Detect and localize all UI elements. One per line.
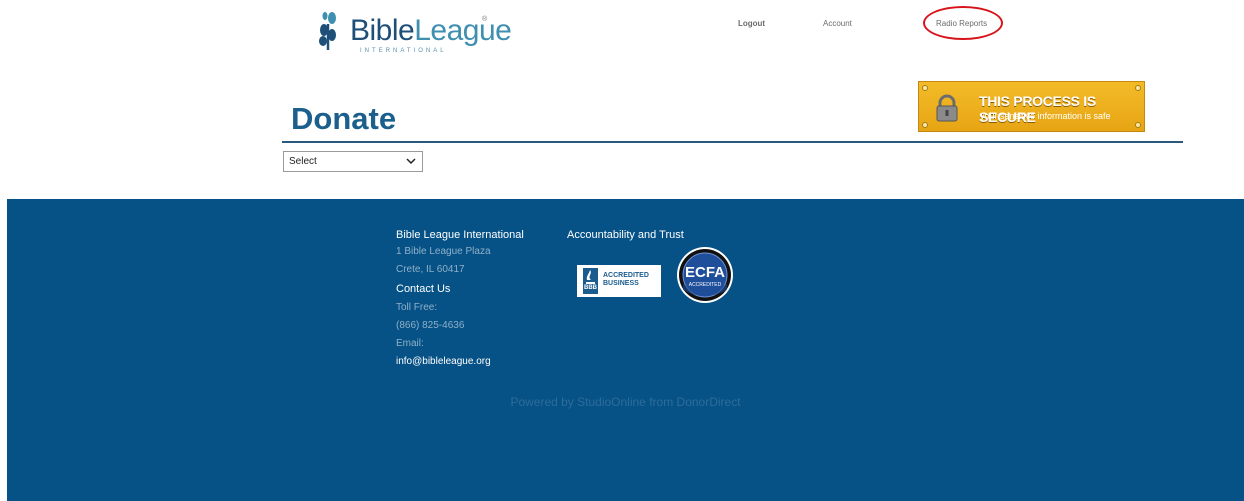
- page-title: Donate: [291, 101, 397, 136]
- badge-rivet: [1135, 85, 1141, 91]
- donation-select[interactable]: Select: [283, 151, 423, 172]
- email-label: Email:: [396, 338, 424, 349]
- toll-free-label: Toll Free:: [396, 302, 438, 313]
- accountability-heading: Accountability and Trust: [567, 229, 684, 241]
- badge-rivet: [922, 85, 928, 91]
- address-line-1: 1 Bible League Plaza: [396, 246, 491, 257]
- logo-subtitle: INTERNATIONAL: [360, 48, 447, 54]
- secure-badge-subtitle: your sensitive information is safe: [980, 111, 1111, 121]
- registered-mark: ®: [482, 16, 488, 23]
- logout-link[interactable]: Logout: [738, 19, 765, 28]
- email-link[interactable]: info@bibleleague.org: [396, 356, 491, 367]
- ecfa-sub: ACCREDITED: [688, 282, 722, 288]
- contact-heading: Contact Us: [396, 283, 451, 295]
- powered-by-text: Powered by StudioOnline from DonorDirect: [510, 395, 741, 409]
- ecfa-name: ECFA: [684, 264, 725, 281]
- bible-league-logo[interactable]: BibleLeague ® INTERNATIONAL: [316, 10, 512, 62]
- padlock-icon: [936, 94, 958, 122]
- badge-rivet: [922, 122, 928, 128]
- phone-number[interactable]: (866) 825-4636: [396, 320, 464, 331]
- select-value: Select: [289, 156, 317, 167]
- chevron-down-icon: [406, 158, 416, 165]
- bbb-accredited-badge[interactable]: BBB ACCREDITED BUSINESS: [577, 265, 661, 297]
- secure-process-badge: THIS PROCESS IS SECURE your sensitive in…: [918, 81, 1145, 132]
- wheat-icon: [319, 12, 336, 50]
- annotation-circle: [923, 6, 1003, 40]
- title-divider: [282, 141, 1183, 143]
- account-link[interactable]: Account: [823, 19, 852, 28]
- page-footer: Bible League International 1 Bible Leagu…: [7, 199, 1244, 501]
- address-line-2: Crete, IL 60417: [396, 264, 465, 275]
- bbb-text: ACCREDITED BUSINESS: [603, 272, 649, 288]
- bbb-line-1: ACCREDITED: [603, 272, 649, 279]
- bbb-mark: BBB: [584, 285, 597, 291]
- ecfa-accredited-seal[interactable]: ECFA ACCREDITED: [676, 246, 734, 304]
- bbb-torch-icon: BBB: [583, 268, 598, 294]
- org-name: Bible League International: [396, 229, 524, 241]
- bbb-line-2: BUSINESS: [603, 280, 639, 287]
